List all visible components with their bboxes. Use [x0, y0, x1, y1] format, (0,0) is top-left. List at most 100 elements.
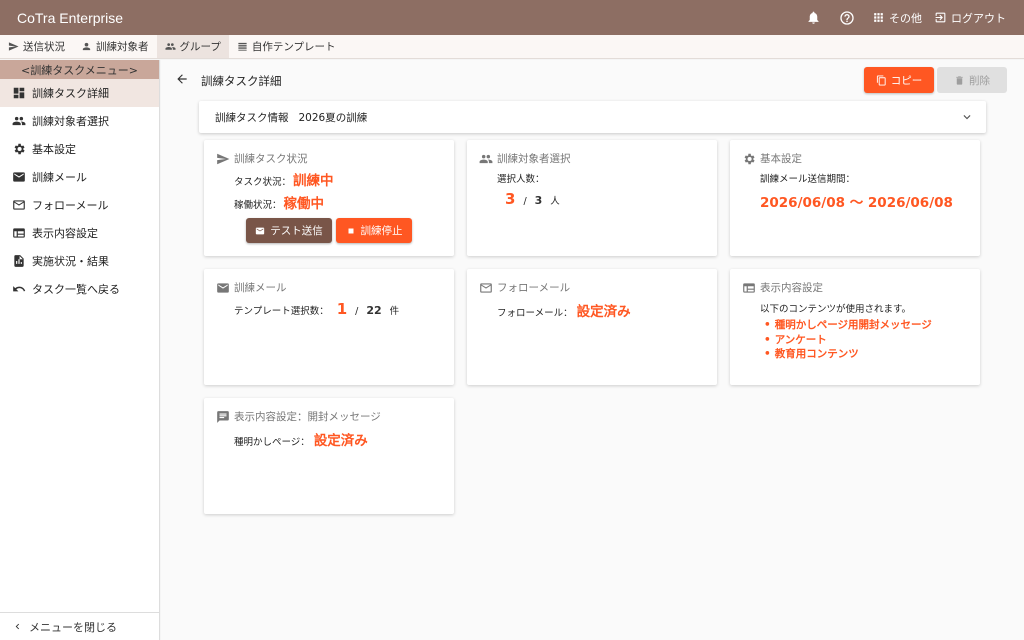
- web-icon: [13, 228, 25, 238]
- back-button[interactable]: [175, 72, 191, 88]
- person-icon: [82, 42, 91, 51]
- main-content: 訓練タスク詳細 コピー 削除 訓練タスク情報 2026夏の訓練 訓練タスク状況 …: [161, 60, 1024, 640]
- list-icon: [238, 42, 247, 51]
- sidebar-header: <訓練タスクメニュー>: [0, 60, 159, 79]
- sidebar-item-label: フォローメール: [32, 199, 109, 212]
- list-item: 教育用コンテンツ: [764, 347, 932, 362]
- copy-button[interactable]: コピー: [864, 67, 934, 93]
- list-item: アンケート: [764, 333, 932, 348]
- count-separator: /: [523, 196, 527, 207]
- arrow-left-icon: [177, 74, 187, 84]
- dashboard-icon: [13, 87, 25, 99]
- report-icon: [14, 255, 24, 267]
- mail-filled-icon: [217, 282, 229, 293]
- training-mail-card: 訓練メール テンプレート選択数： 1 / 22 件: [204, 269, 454, 385]
- task-status-label: タスク状況：: [234, 177, 292, 188]
- content-list: 種明かしページ用開封メッセージ アンケート 教育用コンテンツ: [764, 318, 932, 362]
- run-status-label: 稼働状況：: [234, 200, 282, 211]
- test-send-label: テスト送信: [270, 225, 323, 237]
- stop-training-button[interactable]: 訓練停止: [336, 218, 412, 243]
- template-count-label: テンプレート選択数：: [234, 306, 329, 317]
- send-icon: [217, 153, 230, 164]
- copy-icon: [876, 74, 886, 86]
- sidebar-item-label: 基本設定: [32, 143, 76, 156]
- app-bar: CoTra Enterprise その他 ログアウト: [0, 0, 1024, 35]
- sidebar-item-display-settings[interactable]: 表示内容設定: [0, 219, 159, 247]
- sidebar-item-back-to-list[interactable]: タスク一覧へ戻る: [0, 275, 159, 303]
- selected-count-label: 選択人数：: [497, 174, 545, 185]
- delete-button-label: 削除: [969, 74, 990, 87]
- other-menu-button[interactable]: その他: [872, 10, 922, 26]
- mail-filled-icon: [13, 172, 25, 182]
- copy-button-label: コピー: [890, 74, 923, 87]
- sidebar-item-targets[interactable]: 訓練対象者選択: [0, 107, 159, 135]
- logout-icon: [935, 12, 946, 23]
- chevron-down-icon[interactable]: [960, 110, 974, 124]
- card-title: 訓練対象者選択: [497, 153, 571, 165]
- subnav-label: 自作テンプレート: [251, 41, 336, 53]
- logout-button[interactable]: ログアウト: [934, 10, 1006, 26]
- chevron-left-icon: [15, 623, 20, 630]
- template-selected-value: 1: [336, 300, 348, 318]
- brand-title[interactable]: CoTra Enterprise: [0, 10, 123, 26]
- subnav-group[interactable]: グループ: [156, 35, 229, 58]
- display-intro: 以下のコンテンツが使用されます。: [760, 304, 912, 315]
- display-settings-card: 表示内容設定 以下のコンテンツが使用されます。 種明かしページ用開封メッセージ …: [730, 269, 980, 385]
- page-title: 訓練タスク詳細: [201, 74, 282, 88]
- mail-outline-icon: [480, 282, 492, 293]
- logout-label: ログアウト: [951, 11, 1006, 25]
- people-icon: [479, 154, 493, 163]
- reveal-page-value: 設定済み: [313, 433, 368, 449]
- total-count-value: 3: [534, 194, 543, 207]
- sidebar-item-label: 実施状況・結果: [32, 255, 109, 268]
- card-title: 基本設定: [760, 153, 802, 165]
- bell-icon[interactable]: [800, 5, 826, 31]
- sidebar-item-label: タスク一覧へ戻る: [32, 283, 120, 296]
- web-icon: [743, 282, 755, 293]
- card-title: 表示内容設定: [760, 282, 823, 294]
- task-status-value: 訓練中: [293, 173, 334, 189]
- sidebar-item-label: 訓練タスク詳細: [32, 87, 109, 100]
- card-title: 訓練メール: [234, 282, 287, 294]
- close-menu-button[interactable]: メニューを閉じる: [0, 612, 159, 640]
- sidebar-item-basic-settings[interactable]: 基本設定: [0, 135, 159, 163]
- subnav-label: グループ: [179, 41, 221, 53]
- sidebar-item-label: 表示内容設定: [32, 227, 98, 240]
- task-status-card: 訓練タスク状況 タスク状況： 訓練中 稼働状況： 稼働中 テスト送信 訓練停止: [204, 140, 454, 256]
- card-title: フォローメール: [497, 282, 571, 294]
- task-info-expander[interactable]: 訓練タスク情報 2026夏の訓練: [199, 101, 986, 133]
- count-unit: 人: [550, 196, 560, 207]
- run-status-value: 稼働中: [283, 196, 325, 212]
- stop-icon: [348, 228, 353, 233]
- count-unit: 件: [389, 306, 400, 317]
- template-total-value: 22: [366, 304, 382, 317]
- delete-button[interactable]: 削除: [937, 67, 1007, 93]
- sidebar-item-results[interactable]: 実施状況・結果: [0, 247, 159, 275]
- gear-icon: [14, 143, 25, 155]
- send-period-label: 訓練メール送信期間：: [760, 174, 856, 185]
- sidebar-item-training-mail[interactable]: 訓練メール: [0, 163, 159, 191]
- sub-navigation: 送信状況 訓練対象者 グループ 自作テンプレート: [0, 35, 1024, 59]
- sidebar-item-label: 訓練メール: [32, 171, 87, 184]
- subnav-templates[interactable]: 自作テンプレート: [229, 35, 344, 58]
- task-info-label: 訓練タスク情報: [215, 111, 289, 124]
- task-info-value: 2026夏の訓練: [298, 111, 368, 124]
- count-separator: /: [355, 306, 359, 317]
- sidebar-item-task-detail[interactable]: 訓練タスク詳細: [0, 79, 159, 107]
- list-item: 種明かしページ用開封メッセージ: [764, 318, 932, 333]
- subnav-send-status[interactable]: 送信状況: [0, 35, 73, 58]
- trash-icon: [956, 75, 963, 85]
- card-title: 訓練タスク状況: [234, 153, 308, 165]
- sidebar-item-follow-mail[interactable]: フォローメール: [0, 191, 159, 219]
- gear-icon: [744, 153, 755, 164]
- people-icon: [164, 43, 176, 50]
- send-icon: [8, 42, 19, 51]
- task-sidebar: <訓練タスクメニュー> 訓練タスク詳細 訓練対象者選択 基本設定 訓練メール フ…: [0, 60, 160, 640]
- stop-training-label: 訓練停止: [360, 225, 403, 237]
- help-icon[interactable]: [834, 5, 860, 31]
- test-send-button[interactable]: テスト送信: [246, 218, 332, 243]
- close-menu-label: メニューを閉じる: [29, 620, 117, 634]
- mail-outline-icon: [13, 200, 25, 210]
- sidebar-item-label: 訓練対象者選択: [32, 115, 109, 128]
- subnav-targets[interactable]: 訓練対象者: [73, 35, 157, 58]
